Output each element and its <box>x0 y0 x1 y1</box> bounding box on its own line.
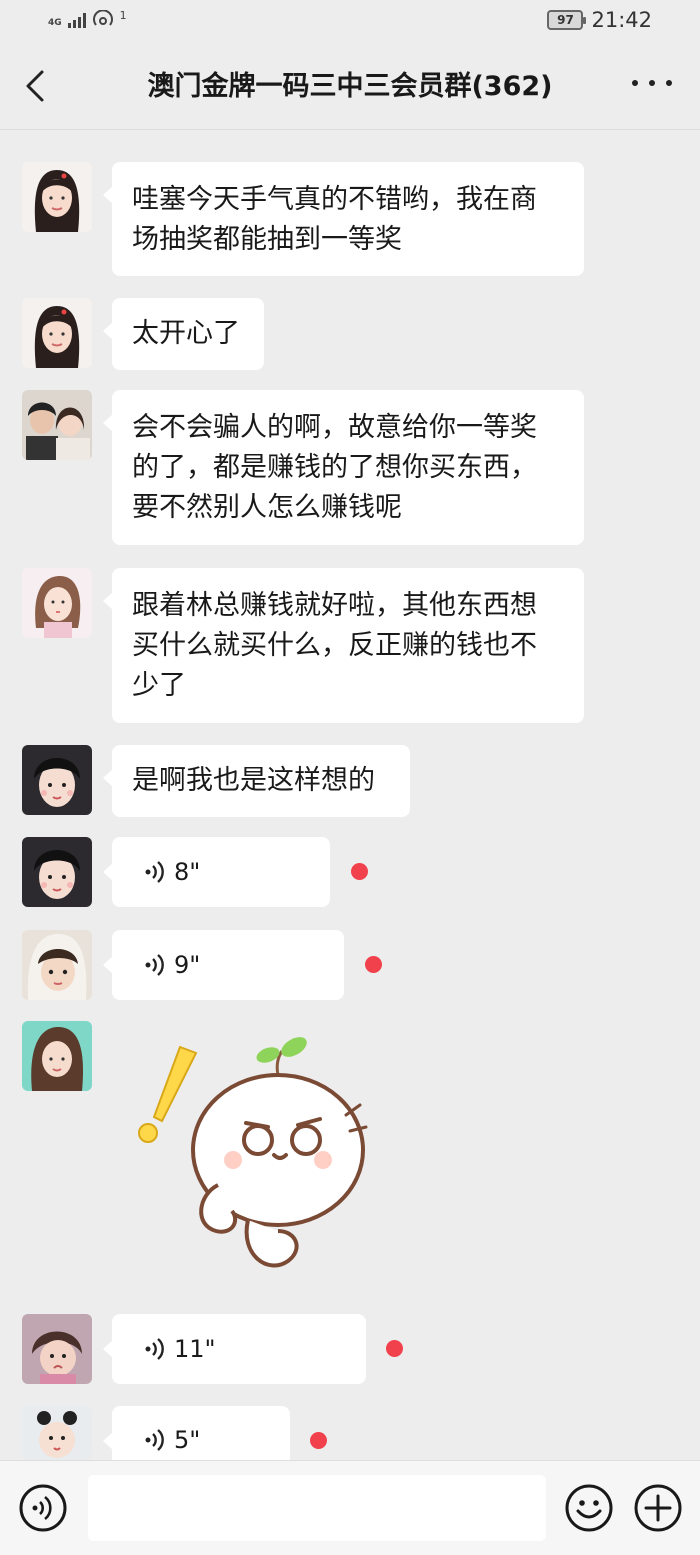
avatar[interactable] <box>22 930 92 1000</box>
voice-duration: 9" <box>174 951 201 979</box>
voice-message-bubble[interactable]: 11" <box>103 1314 366 1384</box>
avatar[interactable] <box>22 162 92 232</box>
status-right: 97 21:42 <box>547 8 652 32</box>
status-left: 4G 1 <box>48 9 127 28</box>
plus-icon[interactable] <box>633 1483 683 1533</box>
chat-header: 澳门金牌一码三中三会员群(362) <box>0 44 700 130</box>
voice-message-bubble[interactable]: 5" <box>103 1406 290 1460</box>
chat-title: 澳门金牌一码三中三会员群(362) <box>147 71 553 102</box>
message-text-line: 跟着林总赚钱就好啦，其他东西想 <box>132 590 537 621</box>
cartoon-exclamation-sticker[interactable] <box>128 1035 368 1285</box>
avatar[interactable] <box>22 298 92 368</box>
unread-dot <box>365 956 382 973</box>
avatar[interactable] <box>22 568 92 638</box>
message-text-line: 的了，都是赚钱的了想你买东西， <box>132 452 537 483</box>
voice-wave-icon <box>145 1338 164 1360</box>
hotspot-icon <box>92 10 113 26</box>
voice-message-bubble[interactable]: 9" <box>103 930 344 1000</box>
chat-input-bar <box>0 1460 700 1555</box>
signal-icon <box>67 12 86 28</box>
message-text-line: 场抽奖都能抽到一等奖 <box>132 224 402 255</box>
clock: 21:42 <box>591 8 652 32</box>
voice-mode-icon[interactable] <box>18 1483 68 1533</box>
unread-dot <box>386 1340 403 1357</box>
voice-duration: 8" <box>174 858 201 886</box>
chevron-left-icon[interactable] <box>18 64 58 108</box>
message-bubble[interactable]: 太开心了 <box>103 298 264 370</box>
message-bubble[interactable]: 哇塞今天手气真的不错哟，我在商 场抽奖都能抽到一等奖 <box>103 162 584 276</box>
message-bubble[interactable]: 是啊我也是这样想的 <box>103 745 410 817</box>
battery-icon: 97 <box>547 10 587 30</box>
message-input[interactable] <box>88 1475 546 1541</box>
avatar[interactable] <box>22 1314 92 1384</box>
emoji-icon[interactable] <box>564 1483 614 1533</box>
more-dots-icon[interactable] <box>632 80 672 94</box>
unread-dot <box>310 1432 327 1449</box>
message-text-line: 买什么就买什么，反正赚的钱也不 <box>132 630 537 661</box>
message-text-line: 太开心了 <box>132 318 240 349</box>
avatar[interactable] <box>22 745 92 815</box>
voice-wave-icon <box>145 954 164 976</box>
avatar[interactable] <box>22 390 92 460</box>
message-bubble[interactable]: 会不会骗人的啊，故意给你一等奖 的了，都是赚钱的了想你买东西， 要不然别人怎么赚… <box>103 390 584 545</box>
message-text-line: 会不会骗人的啊，故意给你一等奖 <box>132 412 537 443</box>
network-type: 4G <box>48 18 62 28</box>
voice-wave-icon <box>145 861 164 883</box>
message-bubble[interactable]: 跟着林总赚钱就好啦，其他东西想 买什么就买什么，反正赚的钱也不 少了 <box>103 568 584 723</box>
avatar[interactable] <box>22 1406 92 1460</box>
hotspot-count: 1 <box>119 9 127 22</box>
status-bar: 4G 1 97 21:42 <box>0 0 700 44</box>
avatar[interactable] <box>22 837 92 907</box>
voice-duration: 5" <box>174 1426 201 1454</box>
voice-message-bubble[interactable]: 8" <box>103 837 330 907</box>
message-text-line: 要不然别人怎么赚钱呢 <box>132 492 402 523</box>
message-text-line: 少了 <box>132 670 186 701</box>
avatar[interactable] <box>22 1021 92 1091</box>
unread-dot <box>351 863 368 880</box>
voice-wave-icon <box>145 1429 164 1451</box>
voice-duration: 11" <box>174 1335 216 1363</box>
message-text-line: 是啊我也是这样想的 <box>132 765 375 796</box>
message-text-line: 哇塞今天手气真的不错哟，我在商 <box>132 184 537 215</box>
